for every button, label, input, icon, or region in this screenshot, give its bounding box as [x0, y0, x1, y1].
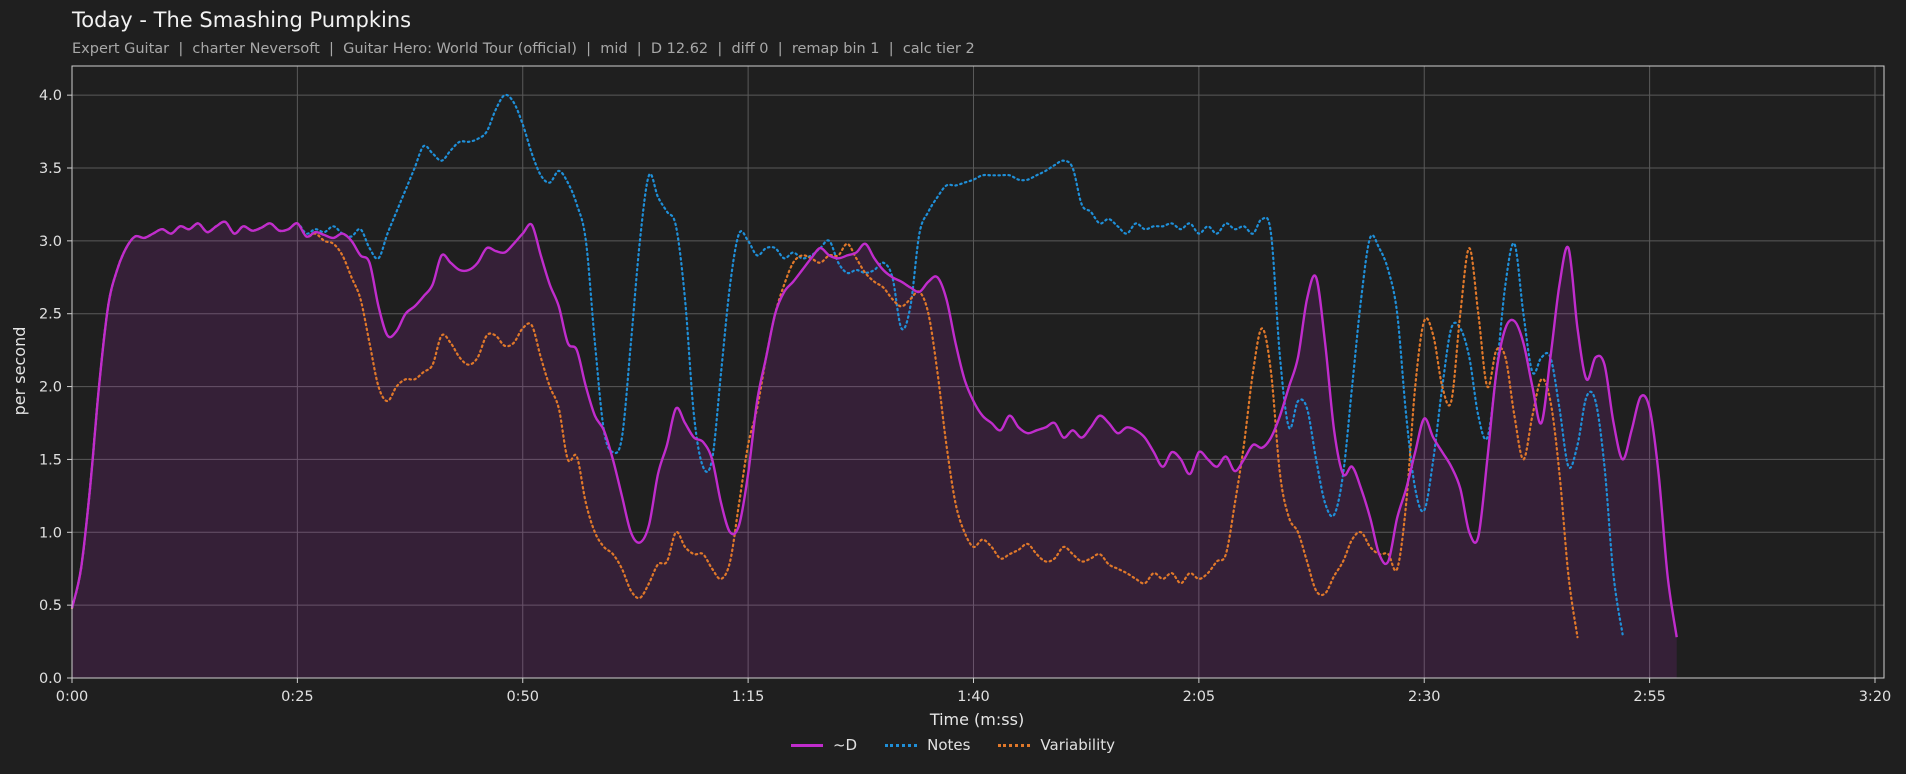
area-layer — [72, 221, 1677, 678]
y-tick-label: 3.0 — [39, 234, 62, 250]
x-tick-label: 2:30 — [1408, 689, 1441, 705]
y-tick-label: 1.0 — [39, 525, 62, 541]
x-tick-label: 0:50 — [506, 689, 539, 705]
y-tick-label: 3.5 — [39, 161, 62, 177]
x-tick-label: 1:15 — [732, 689, 765, 705]
legend-label-d: ~D — [832, 736, 858, 754]
series-area-d — [72, 221, 1677, 678]
legend: ~D Notes Variability — [0, 736, 1906, 754]
x-tick-label: 3:20 — [1859, 689, 1892, 705]
y-tick-label: 1.5 — [39, 452, 62, 468]
x-tick-label: 0:00 — [56, 689, 89, 705]
y-tick-label: 0.5 — [39, 598, 62, 614]
y-tick-label: 2.0 — [39, 380, 62, 396]
x-axis-ticks: 0:00 0:25 0:50 1:15 1:40 2:05 2:30 2:55 3:20 — [56, 678, 1892, 705]
legend-swatch-notes — [885, 743, 918, 747]
x-tick-label: 2:05 — [1183, 689, 1216, 705]
y-tick-label: 4.0 — [39, 88, 62, 104]
legend-label-notes: Notes — [927, 736, 971, 754]
y-axis-label: per second — [10, 327, 29, 416]
x-tick-label: 2:55 — [1633, 689, 1666, 705]
chart-svg: 0:00 0:25 0:50 1:15 1:40 2:05 2:30 2:55 3:20 0.0… — [10, 65, 1892, 729]
legend-item-notes: Notes — [885, 736, 970, 754]
y-tick-label: 0.0 — [39, 671, 62, 687]
y-axis-ticks: 0.0 0.5 1.0 1.5 2.0 2.5 3.0 3.5 4.0 — [39, 88, 72, 687]
legend-swatch-variability — [998, 743, 1031, 747]
legend-item-variability: Variability — [998, 736, 1115, 754]
legend-swatch-d — [790, 743, 823, 747]
x-tick-label: 1:40 — [957, 689, 990, 705]
x-axis-label: Time (m:ss) — [929, 710, 1024, 729]
x-tick-label: 0:25 — [281, 689, 314, 705]
legend-item-d: ~D — [790, 736, 858, 754]
legend-label-variability: Variability — [1040, 736, 1116, 754]
y-tick-label: 2.5 — [39, 307, 62, 323]
